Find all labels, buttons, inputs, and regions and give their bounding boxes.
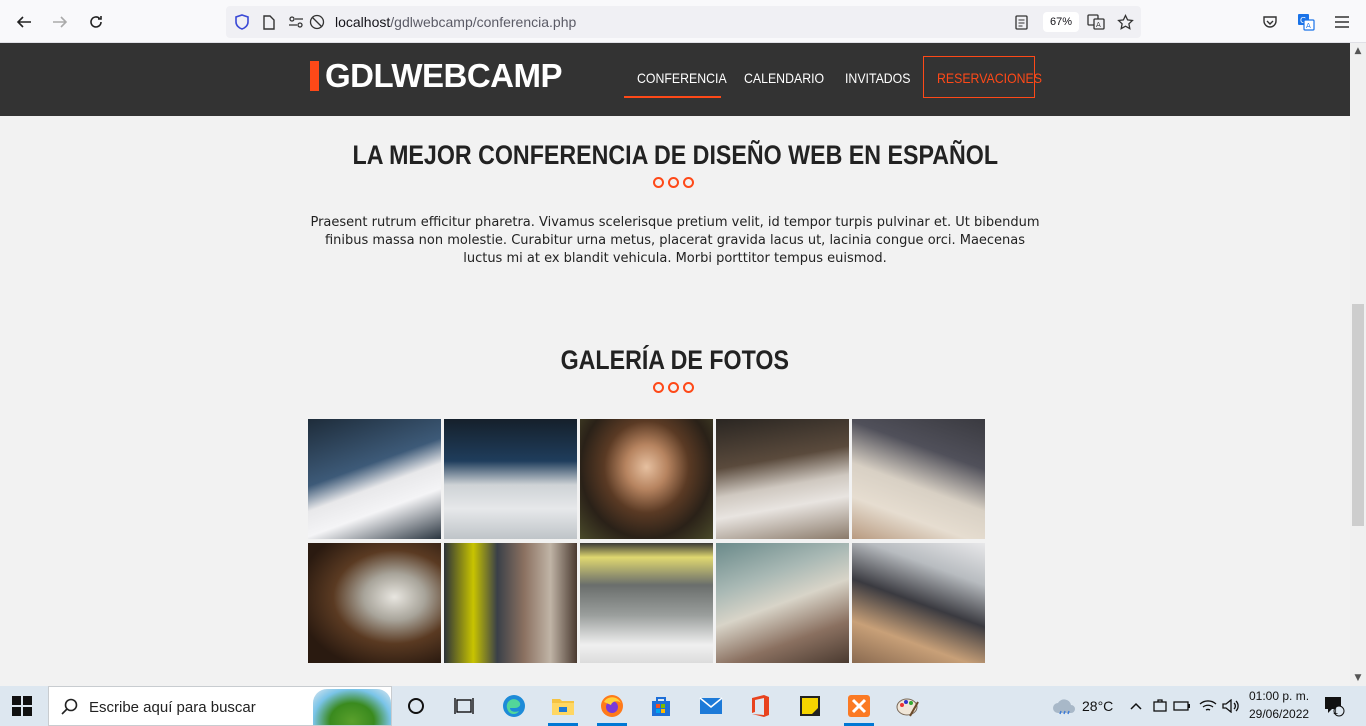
decoration-circle	[653, 177, 664, 188]
gallery-photo-writing-notes[interactable]	[308, 419, 441, 539]
forward-arrow-icon[interactable]	[48, 10, 72, 34]
permissions-icon[interactable]	[287, 13, 305, 31]
back-arrow-icon[interactable]	[12, 10, 36, 34]
search-highlight-image[interactable]	[313, 689, 391, 725]
page-heading-text: LA MEJOR CONFERENCIA DE DISEÑO WEB EN ES…	[352, 140, 998, 170]
page-scrollbar[interactable]: ▲ ▼	[1350, 43, 1366, 686]
gallery-photo-meeting-table[interactable]	[716, 419, 849, 539]
decoration-circle	[668, 177, 679, 188]
gallery-photo-office-hall[interactable]	[444, 543, 577, 663]
nav-calendario[interactable]: CALENDARIO	[744, 70, 824, 86]
windows-start-icon[interactable]	[12, 696, 32, 716]
site-header: GDLWEBCAMP CONFERENCIA CALENDARIO INVITA…	[0, 43, 1350, 116]
decoration-circle	[668, 382, 679, 393]
mail-icon[interactable]	[697, 692, 725, 720]
paint-icon[interactable]	[894, 692, 922, 720]
weather-cloud-icon[interactable]	[1050, 692, 1078, 720]
windows-taskbar: Escribe aquí para buscar 28°C 01:00 p. m…	[0, 686, 1366, 726]
microsoft-store-icon[interactable]	[647, 692, 675, 720]
clock-time[interactable]: 01:00 p. m.	[1249, 689, 1309, 703]
firefox-icon[interactable]	[598, 692, 626, 720]
logo-accent-bar	[310, 61, 319, 91]
decoration-circle	[683, 177, 694, 188]
decoration-circle	[683, 382, 694, 393]
scroll-down-arrow-icon[interactable]: ▼	[1350, 670, 1366, 686]
pocket-icon[interactable]	[1258, 10, 1282, 34]
page-icon[interactable]	[260, 13, 278, 31]
weather-temperature[interactable]: 28°C	[1082, 698, 1113, 714]
cortana-icon[interactable]	[402, 692, 430, 720]
address-bar[interactable]: localhost/gdlwebcamp/conferencia.php 67%…	[226, 6, 1141, 38]
gallery-photo-phone-coffee[interactable]	[852, 543, 985, 663]
gallery-photo-desk-mug[interactable]	[444, 419, 577, 539]
heading-decoration	[653, 177, 697, 189]
photo-gallery	[308, 419, 988, 663]
menu-hamburger-icon[interactable]	[1330, 10, 1354, 34]
svg-text:A: A	[1096, 21, 1101, 29]
notification-count: 1	[1333, 706, 1339, 716]
gallery-photo-laptop-notes[interactable]	[716, 543, 849, 663]
gallery-photo-laptop-work[interactable]	[852, 419, 985, 539]
scroll-up-arrow-icon[interactable]: ▲	[1350, 43, 1366, 59]
url-text[interactable]: localhost/gdlwebcamp/conferencia.php	[335, 14, 576, 30]
url-path: /gdlwebcamp/conferencia.php	[390, 14, 577, 30]
url-host: localhost	[335, 14, 391, 30]
svg-text:A: A	[1306, 22, 1311, 30]
battery-icon[interactable]	[1168, 692, 1196, 720]
zoom-level-badge[interactable]: 67%	[1043, 12, 1079, 32]
intro-paragraph: Praesent rutrum efficitur pharetra. Viva…	[310, 215, 1040, 266]
shield-icon[interactable]	[233, 13, 251, 31]
translate-icon[interactable]: A	[1087, 13, 1105, 31]
gallery-photo-presentation[interactable]	[308, 543, 441, 663]
gallery-heading-decoration	[653, 382, 697, 394]
nav-invitados[interactable]: INVITADOS	[845, 70, 910, 86]
nav-reservaciones[interactable]: RESERVACIONES	[937, 70, 1042, 86]
office-icon[interactable]	[746, 692, 774, 720]
file-explorer-icon[interactable]	[549, 692, 577, 720]
gallery-heading: GALERÍA DE FOTOS	[0, 345, 1350, 376]
gallery-heading-text: GALERÍA DE FOTOS	[560, 345, 790, 375]
taskbar-search-box[interactable]: Escribe aquí para buscar	[48, 686, 392, 726]
page-heading: LA MEJOR CONFERENCIA DE DISEÑO WEB EN ES…	[0, 140, 1350, 171]
bookmark-star-icon[interactable]	[1116, 13, 1134, 31]
volume-icon[interactable]	[1217, 692, 1245, 720]
gallery-photo-empty-office[interactable]	[580, 543, 713, 663]
site-logo[interactable]: GDLWEBCAMP	[325, 57, 563, 95]
browser-toolbar: localhost/gdlwebcamp/conferencia.php 67%…	[0, 0, 1366, 43]
nav-active-underline	[624, 96, 721, 98]
xampp-icon[interactable]	[845, 692, 873, 720]
translate-extension-icon[interactable]: GA	[1294, 10, 1318, 34]
reader-view-icon[interactable]	[1012, 13, 1030, 31]
search-icon	[61, 698, 78, 719]
task-view-icon[interactable]	[450, 692, 478, 720]
scrollbar-thumb[interactable]	[1352, 304, 1364, 526]
edge-browser-icon[interactable]	[500, 692, 528, 720]
decoration-circle	[653, 382, 664, 393]
gallery-photo-speaker-woman[interactable]	[580, 419, 713, 539]
search-placeholder: Escribe aquí para buscar	[89, 699, 256, 716]
nav-conferencia[interactable]: CONFERENCIA	[637, 70, 727, 86]
reload-icon[interactable]	[84, 10, 108, 34]
clock-date[interactable]: 29/06/2022	[1249, 707, 1309, 721]
tracking-blocked-icon[interactable]	[308, 13, 326, 31]
sticky-notes-icon[interactable]	[796, 692, 824, 720]
